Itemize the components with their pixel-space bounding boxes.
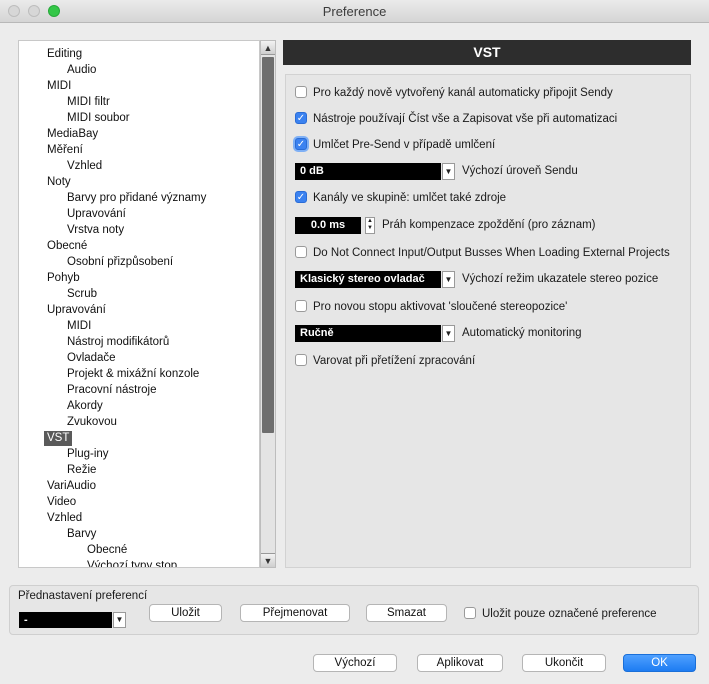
- tree-item[interactable]: MIDI filtr: [67, 95, 110, 110]
- tree-item[interactable]: Scrub: [67, 287, 97, 302]
- tools-read-write-label: Nástroje používají Číst vše a Zapisovat …: [313, 113, 618, 125]
- mute-presend-label: Umlčet Pre-Send v případě umlčení: [313, 139, 496, 151]
- option-warn-overload[interactable]: Varovat při přetížení zpracování: [295, 352, 475, 370]
- option-tools-read-write[interactable]: ✓ Nástroje používají Číst vše a Zapisovat…: [295, 110, 617, 128]
- tree-item[interactable]: Výchozí typy stop: [87, 559, 177, 567]
- tree-item[interactable]: Vzhled: [47, 511, 82, 526]
- tree-item[interactable]: Audio: [67, 63, 96, 78]
- stereo-pan-mode-dropdown[interactable]: Klasický stereo ovladač: [295, 271, 441, 288]
- tree-item[interactable]: VST: [44, 431, 73, 446]
- chevron-down-icon[interactable]: ▼: [442, 271, 455, 288]
- preferences-category-tree: Editing Audio MIDI MIDI filtr MIDI soubor Med…: [18, 40, 260, 568]
- no-connect-busses-label: Do Not Connect Input/Output Busses When …: [313, 247, 670, 259]
- tree-item[interactable]: Měření: [47, 143, 83, 158]
- option-save-marked-only[interactable]: Uložit pouze označené preference: [464, 605, 657, 623]
- tree-item[interactable]: MIDI: [47, 79, 71, 94]
- tree-item[interactable]: Ovladače: [67, 351, 116, 366]
- presets-title: Přednastavení preferencí: [18, 590, 148, 602]
- panel-title: VST: [283, 40, 691, 65]
- tree-item[interactable]: Noty: [47, 175, 71, 190]
- save-marked-only-label: Uložit pouze označené preference: [482, 608, 657, 620]
- rename-preset-button[interactable]: Přejmenovat: [240, 604, 350, 622]
- tree-item[interactable]: Akordy: [67, 399, 103, 414]
- warn-overload-checkbox[interactable]: [295, 354, 307, 366]
- delay-threshold-stepper[interactable]: ▲ ▼: [365, 217, 375, 234]
- window-title: Preference: [322, 4, 387, 19]
- tree-item[interactable]: Pracovní nástroje: [67, 383, 157, 398]
- tools-read-write-checkbox[interactable]: ✓: [295, 112, 307, 124]
- option-auto-connect-sends[interactable]: Pro každý nově vytvořený kanál automatic…: [295, 84, 613, 102]
- window-titlebar: Preference: [0, 0, 709, 23]
- tree-item[interactable]: Osobní přizpůsobení: [67, 255, 173, 270]
- tree-scrollbar[interactable]: ▲ ▼: [260, 40, 276, 568]
- auto-connect-sends-checkbox[interactable]: [295, 86, 307, 98]
- tree-item[interactable]: Režie: [67, 463, 96, 478]
- option-no-connect-busses[interactable]: Do Not Connect Input/Output Busses When …: [295, 244, 670, 262]
- scroll-thumb[interactable]: [262, 57, 274, 433]
- tree-item[interactable]: Zvukovou: [67, 415, 117, 430]
- tree-item[interactable]: Nástroj modifikátorů: [67, 335, 169, 350]
- delay-threshold-label: Práh kompenzace zpoždění (pro záznam): [382, 219, 596, 231]
- tree-item[interactable]: Obecné: [47, 239, 87, 254]
- option-combined-stereo[interactable]: Pro novou stopu aktivovat 'sloučené ster…: [295, 298, 567, 316]
- combined-stereo-checkbox[interactable]: [295, 300, 307, 312]
- ok-button[interactable]: OK: [623, 654, 696, 672]
- chevron-down-icon[interactable]: ▼: [442, 325, 455, 342]
- default-button[interactable]: Výchozí: [313, 654, 397, 672]
- tree-item[interactable]: Pohyb: [47, 271, 80, 286]
- auto-monitoring-label: Automatický monitoring: [462, 327, 582, 339]
- tree-item[interactable]: Upravování: [67, 207, 126, 222]
- auto-connect-sends-label: Pro každý nově vytvořený kanál automatic…: [313, 87, 613, 99]
- send-level-label: Výchozí úroveň Sendu: [462, 165, 578, 177]
- combined-stereo-label: Pro novou stopu aktivovat 'sloučené ster…: [313, 301, 568, 313]
- send-level-dropdown[interactable]: 0 dB: [295, 163, 441, 180]
- warn-overload-label: Varovat při přetížení zpracování: [313, 355, 476, 367]
- scroll-up-icon[interactable]: ▲: [261, 41, 275, 55]
- tree-item[interactable]: Projekt & mixážní konzole: [67, 367, 199, 382]
- tree-item[interactable]: MIDI: [67, 319, 91, 334]
- tree-item[interactable]: MediaBay: [47, 127, 98, 142]
- delete-preset-button[interactable]: Smazat: [366, 604, 447, 622]
- chevron-down-icon[interactable]: ▼: [442, 163, 455, 180]
- tree-item[interactable]: Vrstva noty: [67, 223, 124, 238]
- apply-button[interactable]: Aplikovat: [417, 654, 503, 672]
- no-connect-busses-checkbox[interactable]: [295, 246, 307, 258]
- save-marked-only-checkbox[interactable]: [464, 607, 476, 619]
- tree-item[interactable]: MIDI soubor: [67, 111, 130, 126]
- tree-item[interactable]: Barvy: [67, 527, 96, 542]
- option-mute-presend[interactable]: ✓ Umlčet Pre-Send v případě umlčení: [295, 136, 495, 154]
- auto-monitoring-dropdown[interactable]: Ručně: [295, 325, 441, 342]
- tree-item[interactable]: Vzhled: [67, 159, 102, 174]
- tree-item[interactable]: Upravování: [47, 303, 106, 318]
- tree-item[interactable]: VariAudio: [47, 479, 96, 494]
- save-preset-button[interactable]: Uložit: [149, 604, 222, 622]
- close-button[interactable]: Ukončit: [522, 654, 606, 672]
- scroll-down-icon[interactable]: ▼: [261, 553, 275, 567]
- group-mute-sources-checkbox[interactable]: ✓: [295, 191, 307, 203]
- preset-select[interactable]: -: [19, 612, 112, 628]
- delay-threshold-field[interactable]: 0.0 ms: [295, 217, 361, 234]
- group-mute-sources-label: Kanály ve skupině: umlčet také zdroje: [313, 192, 507, 204]
- tree-item[interactable]: Plug-iny: [67, 447, 109, 462]
- chevron-down-icon[interactable]: ▼: [113, 612, 126, 628]
- stereo-pan-mode-label: Výchozí režim ukazatele stereo pozice: [462, 273, 659, 285]
- option-group-mute-sources[interactable]: ✓ Kanály ve skupině: umlčet také zdroje: [295, 189, 506, 207]
- tree-item[interactable]: Editing: [47, 47, 82, 62]
- tree-item[interactable]: Video: [47, 495, 76, 510]
- mute-presend-checkbox[interactable]: ✓: [295, 138, 307, 150]
- tree-item[interactable]: Barvy pro přidané významy: [67, 191, 206, 206]
- tree-item[interactable]: Obecné: [87, 543, 127, 558]
